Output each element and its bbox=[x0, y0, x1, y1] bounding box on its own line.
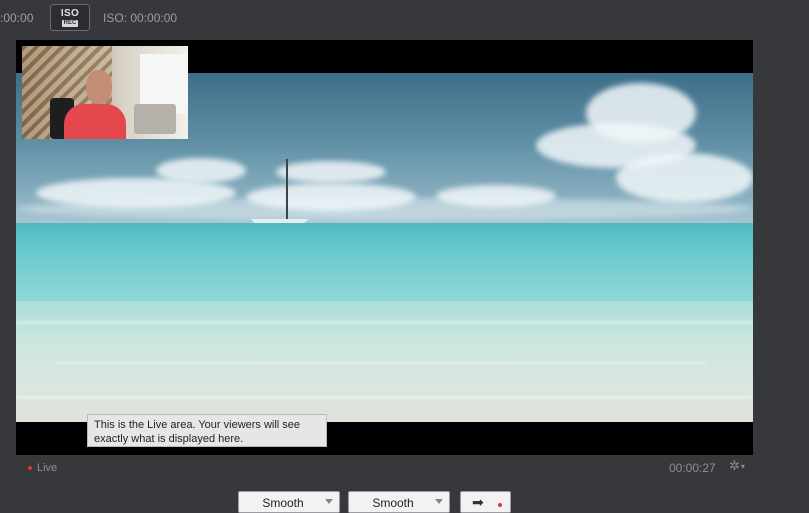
right-arrow-icon: ➡ bbox=[472, 494, 484, 510]
iso-button-label: ISO bbox=[60, 8, 80, 19]
transition-select-left-value: Smooth bbox=[262, 496, 304, 510]
chevron-down-icon: ▾ bbox=[740, 462, 745, 472]
gear-icon: ✲ bbox=[729, 458, 740, 473]
live-settings-button[interactable]: ✲▾ bbox=[729, 458, 745, 474]
live-preview[interactable] bbox=[16, 40, 753, 455]
top-toolbar: :00:00 ISO REC ISO: 00:00:00 bbox=[0, 0, 809, 38]
live-status: Live bbox=[28, 462, 57, 474]
live-area-tooltip: This is the Live area. Your viewers will… bbox=[87, 414, 327, 447]
presenter-head bbox=[86, 70, 112, 104]
live-elapsed-time: 00:00:27 bbox=[669, 461, 716, 475]
chevron-down-icon bbox=[325, 499, 333, 504]
live-indicator-dot bbox=[28, 466, 32, 471]
live-indicator-dot bbox=[498, 503, 502, 507]
iso-record-button[interactable]: ISO REC bbox=[50, 4, 90, 31]
transition-select-left[interactable]: Smooth bbox=[238, 491, 340, 513]
chevron-down-icon bbox=[435, 499, 443, 504]
sailboat-mast bbox=[286, 159, 288, 221]
cloud bbox=[276, 161, 386, 183]
picture-in-picture-camera[interactable] bbox=[22, 46, 188, 139]
horizon-haze bbox=[16, 198, 753, 220]
presenter-body bbox=[64, 104, 126, 139]
rec-badge: REC bbox=[62, 20, 78, 27]
wave bbox=[16, 396, 753, 399]
sea bbox=[16, 223, 753, 303]
take-transition-button[interactable]: ➡ bbox=[460, 491, 511, 513]
iso-status: ISO: 00:00:00 bbox=[103, 11, 178, 25]
wave bbox=[16, 321, 753, 324]
monitor bbox=[134, 104, 176, 134]
transition-select-right[interactable]: Smooth bbox=[348, 491, 450, 513]
transition-select-right-value: Smooth bbox=[372, 496, 414, 510]
wave bbox=[56, 361, 706, 364]
cloud bbox=[616, 153, 753, 203]
beach bbox=[16, 301, 753, 422]
live-status-label: Live bbox=[37, 462, 58, 474]
program-timecode: :00:00 bbox=[0, 11, 34, 25]
